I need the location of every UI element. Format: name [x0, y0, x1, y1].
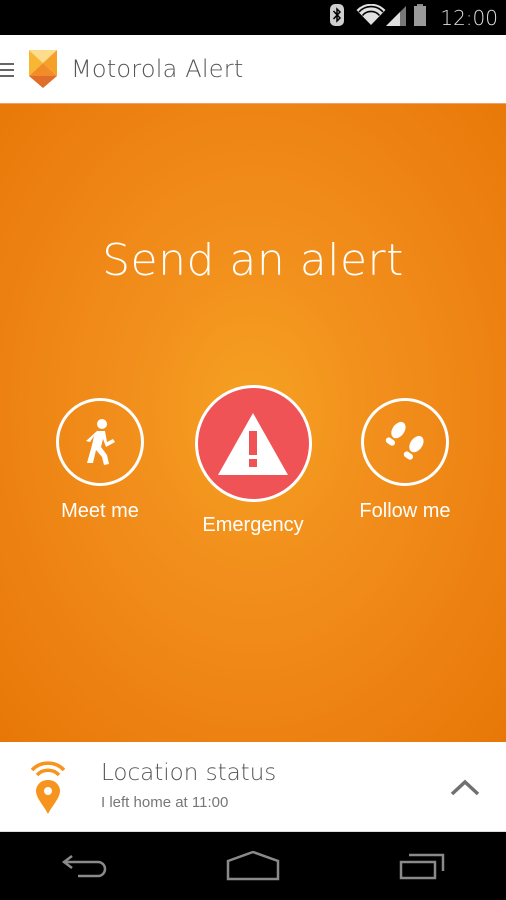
recent-apps-button[interactable] [392, 846, 452, 886]
page-title: Send an alert [102, 235, 404, 286]
back-icon [62, 855, 107, 878]
walking-person-icon [86, 419, 115, 465]
status-bar: 12:00 [0, 0, 506, 35]
motorola-alert-logo[interactable] [29, 50, 57, 88]
signal-icon [386, 4, 407, 31]
follow-me-button[interactable]: Follow me [345, 398, 465, 523]
meet-me-circle[interactable] [56, 398, 144, 486]
bluetooth-icon [330, 4, 345, 31]
chevron-up-icon[interactable] [450, 778, 480, 796]
follow-me-label: Follow me [359, 500, 451, 522]
location-broadcast-icon [30, 761, 66, 814]
meet-me-label: Meet me [61, 500, 139, 522]
recent-apps-icon [399, 853, 444, 880]
meet-me-button[interactable]: Meet me [40, 398, 160, 523]
app-bar: Motorola Alert [0, 35, 506, 103]
home-button[interactable] [223, 846, 283, 886]
hamburger-menu-icon[interactable] [0, 61, 14, 77]
status-time: 12:00 [440, 5, 498, 30]
warning-triangle-icon [218, 412, 288, 475]
emergency-label: Emergency [202, 514, 304, 536]
follow-me-circle[interactable] [361, 398, 449, 486]
emergency-circle[interactable] [194, 385, 312, 502]
footprints-icon [385, 421, 424, 460]
status-icons: 12:00 [324, 0, 506, 35]
back-button[interactable] [54, 846, 114, 886]
wifi-icon [356, 3, 386, 31]
home-icon [226, 851, 280, 881]
alert-panel: Send an alert Meet me Emergency Follow m… [0, 103, 506, 742]
location-status-subtitle: I left home at 11:00 [101, 794, 229, 811]
navigation-bar [0, 832, 506, 900]
battery-icon [414, 4, 427, 31]
app-title: Motorola Alert [71, 55, 244, 83]
location-status-title: Location status [101, 760, 277, 786]
location-status-panel[interactable]: Location status I left home at 11:00 [0, 742, 506, 832]
emergency-button[interactable]: Emergency [183, 385, 323, 537]
